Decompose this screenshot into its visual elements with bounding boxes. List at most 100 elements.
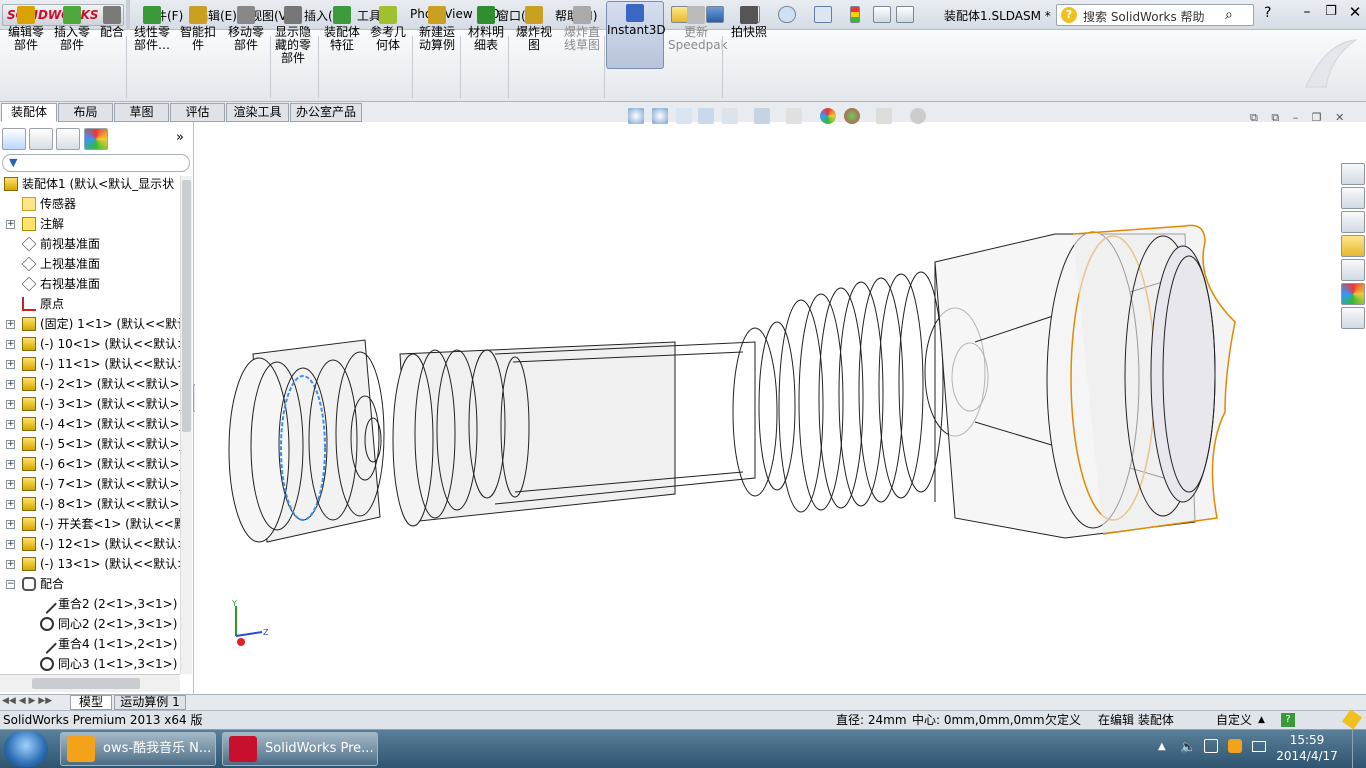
tab-motion-study[interactable]: 运动算例 1 [114, 695, 186, 710]
tree-item[interactable]: + (-) 4<1> (默认<<默认>_ [0, 414, 180, 434]
tray-app-icon[interactable] [1204, 739, 1218, 753]
taskbar-button-0[interactable]: ows-酷我音乐 N... [60, 732, 216, 766]
tree-item[interactable]: + (-) 8<1> (默认<<默认>_ [0, 494, 180, 514]
tree-root-assembly[interactable]: 装配体1 (默认<默认_显示状 [0, 174, 180, 194]
units-up-arrow-icon[interactable]: ▲ [1258, 711, 1265, 729]
cm-tab-4[interactable]: 渲染工具 [226, 103, 289, 122]
filter-funnel-icon[interactable]: ▼ [9, 156, 17, 169]
expand-plus-icon[interactable]: + [6, 360, 15, 369]
expand-plus-icon[interactable]: + [6, 440, 15, 449]
network-icon[interactable] [1252, 741, 1266, 752]
tree-item[interactable]: 同心3 (1<1>,3<1>) [0, 654, 180, 674]
tree-item[interactable]: + (-) 2<1> (默认<<默认>_ [0, 374, 180, 394]
tree-filter-input[interactable]: ▼ [2, 154, 190, 172]
ribbon-button-14[interactable]: 更新 Speedpak [668, 4, 728, 52]
expand-plus-icon[interactable]: + [6, 460, 15, 469]
minimize-window-icon[interactable]: – [1298, 4, 1316, 22]
quick-tips-icon[interactable]: ? [1281, 713, 1295, 727]
expand-plus-icon[interactable]: + [6, 380, 15, 389]
show-desktop-button[interactable] [1352, 730, 1366, 768]
tree-item[interactable]: + (-) 开关套<1> (默认<<默 [0, 514, 180, 534]
ribbon-button-0[interactable]: 编辑零 部件 [4, 4, 48, 52]
tree-item[interactable]: − 配合 [0, 574, 180, 594]
expand-plus-icon[interactable]: + [6, 560, 15, 569]
feature-tree-tab-icon[interactable] [2, 128, 26, 150]
tree-item[interactable]: + (-) 3<1> (默认<<默认>_ [0, 394, 180, 414]
taskbar-clock[interactable]: 15:59 2014/4/17 [1274, 732, 1340, 764]
tree-vertical-scrollbar[interactable] [180, 176, 192, 674]
options-icon[interactable] [896, 6, 914, 23]
help-search-box[interactable]: ? 搜索 SolidWorks 帮助 ⌕ [1056, 4, 1254, 26]
rebuild-icon[interactable] [850, 6, 860, 23]
solidworks-resources-icon[interactable] [1341, 163, 1365, 185]
ribbon-button-1[interactable]: 插入零 部件 [52, 4, 92, 52]
expand-plus-icon[interactable]: + [6, 320, 15, 329]
home-icon[interactable] [1341, 187, 1365, 209]
tree-item[interactable]: 重合2 (2<1>,3<1>) [0, 594, 180, 614]
ribbon-button-12[interactable]: 爆炸直 线草图 [560, 4, 604, 52]
tree-item[interactable]: + (-) 13<1> (默认<<默认> [0, 554, 180, 574]
property-manager-tab-icon[interactable] [29, 128, 53, 150]
help-icon[interactable]: ? [1264, 5, 1271, 21]
expand-plus-icon[interactable]: + [6, 480, 15, 489]
display-manager-tab-icon[interactable] [84, 128, 108, 150]
tree-item[interactable]: 同心2 (2<1>,3<1>) [0, 614, 180, 634]
tree-item[interactable]: 前视基准面 [0, 234, 180, 254]
tree-item[interactable]: + 注解 [0, 214, 180, 234]
tab-model[interactable]: 模型 [70, 695, 112, 710]
tree-item[interactable]: + (-) 10<1> (默认<<默认> [0, 334, 180, 354]
expand-plus-icon[interactable]: + [6, 340, 15, 349]
ribbon-button-3[interactable]: 线性零 部件… [130, 4, 174, 52]
tree-item[interactable]: + (-) 6<1> (默认<<默认>_ [0, 454, 180, 474]
tree-horizontal-scrollbar[interactable] [0, 674, 180, 692]
status-units[interactable]: 自定义 [1216, 711, 1252, 729]
expand-plus-icon[interactable]: + [6, 400, 15, 409]
tree-item[interactable]: 重合4 (1<1>,2<1>) [0, 634, 180, 654]
ribbon-button-9[interactable]: 新建运 动算例 [414, 4, 460, 52]
view-palette-icon[interactable] [1341, 259, 1365, 281]
expand-plus-icon[interactable]: + [6, 420, 15, 429]
expand-plus-icon[interactable]: + [6, 500, 15, 509]
search-icon[interactable]: ⌕ [1225, 7, 1233, 23]
cm-tab-1[interactable]: 布局 [58, 103, 113, 122]
cm-tab-0[interactable]: 装配体 [1, 103, 57, 122]
expand-plus-icon[interactable]: + [6, 520, 15, 529]
tree-item[interactable]: + (-) 11<1> (默认<<默认> [0, 354, 180, 374]
ribbon-button-5[interactable]: 移动零 部件 [224, 4, 268, 52]
file-properties-icon[interactable] [873, 6, 891, 23]
tree-item[interactable]: 上视基准面 [0, 254, 180, 274]
tree-item[interactable]: + (-) 5<1> (默认<<默认>_ [0, 434, 180, 454]
ribbon-button-8[interactable]: 参考几 何体 [366, 4, 410, 52]
windows-start-button[interactable] [4, 731, 48, 767]
configuration-manager-tab-icon[interactable] [56, 128, 80, 150]
close-window-icon[interactable]: ✕ [1346, 3, 1364, 21]
tray-kuwo-icon[interactable] [1228, 739, 1242, 753]
file-explorer-icon[interactable] [1341, 235, 1365, 257]
tree-item[interactable]: + (-) 7<1> (默认<<默认>_ [0, 474, 180, 494]
tree-item[interactable]: 原点 [0, 294, 180, 314]
cm-tab-2[interactable]: 草图 [114, 103, 169, 122]
volume-icon[interactable]: 🔈 [1180, 740, 1196, 755]
tree-item[interactable]: 传感器 [0, 194, 180, 214]
collapse-minus-icon[interactable]: − [6, 580, 15, 589]
cm-tab-3[interactable]: 评估 [170, 103, 225, 122]
tray-expand-icon[interactable]: ▲ [1158, 741, 1166, 752]
ribbon-button-4[interactable]: 智能扣 件 [176, 4, 220, 52]
cm-tab-5[interactable]: 办公室产品 [290, 103, 362, 122]
expand-plus-icon[interactable]: + [6, 220, 15, 229]
custom-properties-icon[interactable] [1341, 307, 1365, 329]
restore-window-icon[interactable]: ❐ [1322, 4, 1340, 22]
ribbon-button-11[interactable]: 爆炸视 图 [512, 4, 556, 52]
assembly-model-flashlight[interactable] [195, 122, 1341, 694]
ribbon-button-2[interactable]: 配合 [96, 4, 128, 39]
ribbon-button-15[interactable]: 拍快照 [728, 4, 770, 39]
tab-scroll-arrows[interactable]: ◀◀ ◀ ▶ ▶▶ [2, 696, 52, 706]
tree-item[interactable]: + (固定) 1<1> (默认<<默认 [0, 314, 180, 334]
taskbar-button-1[interactable]: SolidWorks Pre... [222, 732, 378, 766]
ribbon-button-7[interactable]: 装配体 特征 [320, 4, 364, 52]
ribbon-button-6[interactable]: 显示隐 藏的零 部件 [270, 4, 316, 65]
select-cursor-icon[interactable] [814, 6, 832, 23]
appearances-icon[interactable] [1341, 283, 1365, 305]
tree-item[interactable]: 右视基准面 [0, 274, 180, 294]
ribbon-button-13[interactable]: Instant3D [606, 1, 666, 69]
